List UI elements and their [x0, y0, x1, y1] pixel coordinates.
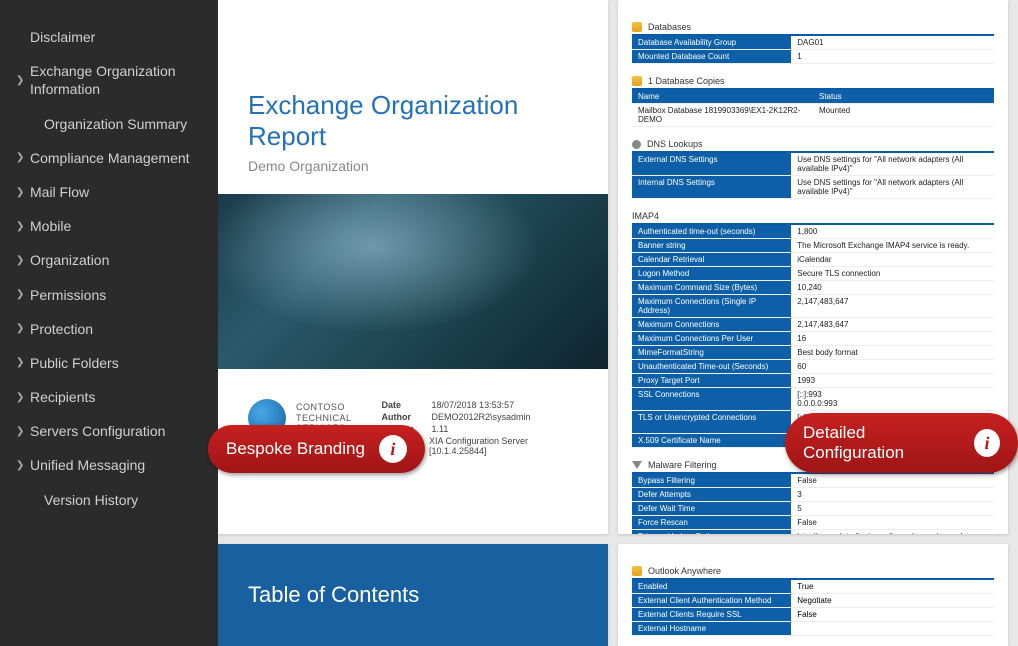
sidebar-item[interactable]: ❯Organization	[0, 243, 218, 277]
sidebar-item[interactable]: ❯Public Folders	[0, 346, 218, 380]
sidebar-item-label: Mail Flow	[30, 183, 198, 201]
sidebar-item[interactable]: Organization Summary	[0, 107, 218, 141]
chevron-right-icon: ❯	[16, 151, 30, 164]
cover-image	[218, 194, 608, 369]
table-row: Defer Wait Time5	[632, 502, 994, 516]
database-icon	[632, 566, 642, 576]
sidebar-item-label: Compliance Management	[30, 149, 198, 167]
table-row: Authenticated time-out (seconds)1,800	[632, 225, 994, 239]
table-row: MimeFormatStringBest body format	[632, 346, 994, 360]
sidebar-item-label: Permissions	[30, 286, 198, 304]
chevron-right-icon: ❯	[16, 425, 30, 438]
sidebar: Disclaimer❯Exchange Organization Informa…	[0, 0, 218, 646]
sidebar-item[interactable]: ❯Compliance Management	[0, 141, 218, 175]
table-row: External Hostname	[632, 622, 994, 636]
table-row: External DNS SettingsUse DNS settings fo…	[632, 153, 994, 176]
report-detail-page-2: Outlook AnywhereEnabledTrueExternal Clie…	[618, 544, 1008, 646]
report-subtitle: Demo Organization	[248, 158, 578, 174]
section-header: DNS Lookups	[632, 135, 994, 153]
table-row: Mailbox Database 1819903369\EX1-2K12R2-D…	[632, 104, 994, 127]
section-header: 1 Database Copies	[632, 72, 994, 90]
sidebar-item[interactable]: ❯Exchange Organization Information	[0, 54, 218, 106]
table-row: Calendar RetrievaliCalendar	[632, 253, 994, 267]
sidebar-item-label: Unified Messaging	[30, 456, 198, 474]
database-icon	[632, 76, 642, 86]
sidebar-item[interactable]: Version History	[0, 483, 218, 517]
sidebar-item[interactable]: ❯Mail Flow	[0, 175, 218, 209]
table-row: Bypass FilteringFalse	[632, 474, 994, 488]
meta-row: Date18/07/2018 13:53:57	[382, 399, 578, 411]
sidebar-item-label: Disclaimer	[30, 28, 198, 46]
chevron-right-icon: ❯	[16, 356, 30, 369]
sidebar-item-label: Exchange Organization Information	[30, 62, 198, 98]
table-row: External Clients Require SSLFalse	[632, 608, 994, 622]
table-row: Banner stringThe Microsoft Exchange IMAP…	[632, 239, 994, 253]
chevron-right-icon: ❯	[16, 254, 30, 267]
info-icon: i	[379, 435, 407, 463]
table-row: Proxy Target Port1993	[632, 374, 994, 388]
table-row: EnabledTrue	[632, 580, 994, 594]
branding-callout[interactable]: Bespoke Branding i	[208, 425, 425, 473]
table-row: Maximum Connections Per User16	[632, 332, 994, 346]
chevron-right-icon: ❯	[16, 322, 30, 335]
table-row: Logon MethodSecure TLS connection	[632, 267, 994, 281]
table-row: External Client Authentication MethodNeg…	[632, 594, 994, 608]
section-header: IMAP4	[632, 207, 994, 225]
sidebar-item-label: Mobile	[30, 217, 198, 235]
table-header-row: NameStatus	[632, 90, 994, 104]
content-area: Exchange Organization Report Demo Organi…	[218, 0, 1018, 646]
table-row: Internal DNS SettingsUse DNS settings fo…	[632, 176, 994, 199]
database-icon	[632, 22, 642, 32]
sidebar-item-label: Servers Configuration	[30, 422, 198, 440]
filter-icon	[632, 461, 642, 469]
sidebar-item-label: Version History	[44, 491, 198, 509]
table-row: Maximum Connections2,147,483,647	[632, 318, 994, 332]
table-row: Unauthenticated Time-out (Seconds)60	[632, 360, 994, 374]
table-row: Defer Attempts3	[632, 488, 994, 502]
sidebar-item[interactable]: ❯Servers Configuration	[0, 414, 218, 448]
sidebar-item[interactable]: ❯Recipients	[0, 380, 218, 414]
section-header: Outlook Anywhere	[632, 562, 994, 580]
sidebar-item[interactable]: ❯Permissions	[0, 278, 218, 312]
sidebar-item-label: Organization	[30, 251, 198, 269]
sidebar-item-label: Public Folders	[30, 354, 198, 372]
report-title: Exchange Organization Report	[248, 90, 578, 152]
table-row: Maximum Connections (Single IP Address)2…	[632, 295, 994, 318]
toc-title: Table of Contents	[248, 582, 419, 608]
table-row: SSL Connections[::]:993 0.0.0.0:993	[632, 388, 994, 411]
sidebar-item[interactable]: ❯Mobile	[0, 209, 218, 243]
sidebar-item[interactable]: ❯Unified Messaging	[0, 448, 218, 482]
chevron-right-icon: ❯	[16, 288, 30, 301]
table-row: Maximum Command Size (Bytes)10,240	[632, 281, 994, 295]
table-row: Mounted Database Count1	[632, 50, 994, 64]
chevron-right-icon: ❯	[16, 459, 30, 472]
meta-row: AuthorDEMO2012R2\sysadmin	[382, 411, 578, 423]
dns-icon	[632, 140, 641, 149]
toc-page: Table of Contents	[218, 544, 608, 646]
sidebar-item-label: Organization Summary	[44, 115, 198, 133]
sidebar-item[interactable]: Disclaimer	[0, 20, 218, 54]
sidebar-item-label: Recipients	[30, 388, 198, 406]
config-callout[interactable]: Detailed Configuration i	[785, 413, 1018, 473]
sidebar-item-label: Protection	[30, 320, 198, 338]
table-row: Primary Update Pathhttp://amupdatedl.mic…	[632, 530, 994, 534]
chevron-right-icon: ❯	[16, 391, 30, 404]
info-icon: i	[974, 429, 1000, 457]
chevron-right-icon: ❯	[16, 220, 30, 233]
table-row: Database Availability GroupDAG01	[632, 36, 994, 50]
chevron-right-icon: ❯	[16, 74, 30, 87]
table-row: Force RescanFalse	[632, 516, 994, 530]
sidebar-item[interactable]: ❯Protection	[0, 312, 218, 346]
section-header: Databases	[632, 18, 994, 36]
chevron-right-icon: ❯	[16, 186, 30, 199]
